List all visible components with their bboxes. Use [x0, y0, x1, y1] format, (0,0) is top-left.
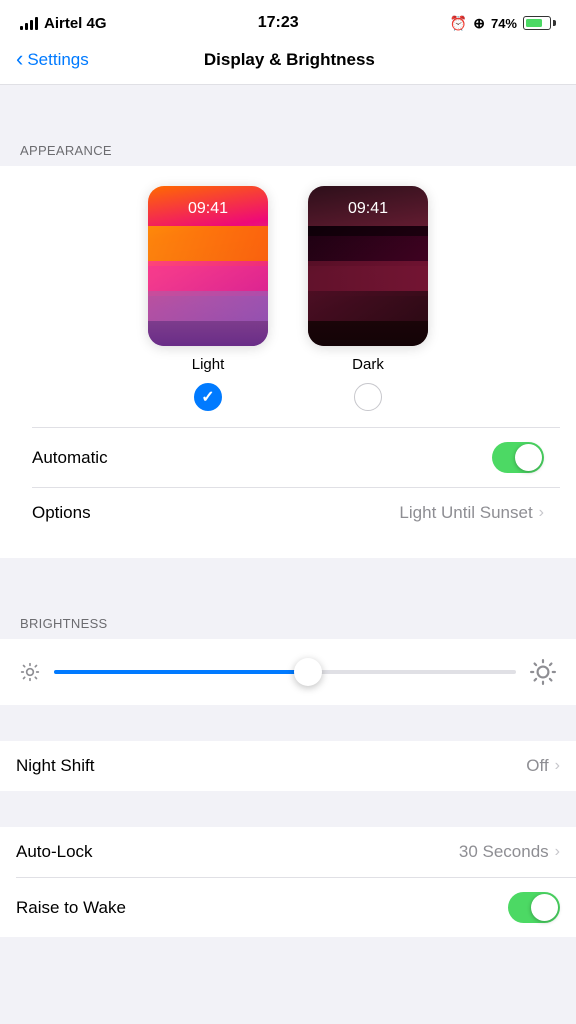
raise-to-wake-row: Raise to Wake — [0, 878, 576, 937]
sun-large-icon — [530, 659, 556, 685]
raise-to-wake-toggle-knob — [531, 894, 558, 921]
raise-to-wake-label: Raise to Wake — [16, 898, 126, 918]
automatic-toggle-knob — [515, 444, 542, 471]
dark-theme-option[interactable]: 09:41 Dark — [308, 186, 428, 411]
carrier-label: Airtel 4G — [44, 15, 107, 32]
status-left: Airtel 4G — [20, 15, 107, 32]
night-shift-row[interactable]: Night Shift Off › — [0, 741, 576, 791]
night-shift-gap — [0, 705, 576, 741]
location-icon: ⊕ — [473, 15, 485, 32]
status-right: ⏰ ⊕ 74% — [450, 15, 556, 32]
options-label: Options — [32, 503, 91, 523]
brightness-section-header: BRIGHTNESS — [0, 594, 576, 639]
back-label: Settings — [27, 50, 88, 70]
back-chevron-icon: ‹ — [16, 48, 23, 70]
auto-lock-gap — [0, 791, 576, 827]
dark-preview-time: 09:41 — [308, 200, 428, 218]
signal-bars — [20, 17, 38, 30]
options-right: Light Until Sunset › — [399, 503, 544, 523]
auto-lock-row[interactable]: Auto-Lock 30 Seconds › — [0, 827, 576, 877]
brightness-slider[interactable] — [54, 655, 516, 689]
slider-track — [54, 670, 516, 674]
night-shift-card: Night Shift Off › — [0, 741, 576, 791]
night-shift-value: Off — [526, 756, 548, 776]
options-value: Light Until Sunset — [399, 503, 532, 523]
battery-indicator — [523, 16, 556, 30]
auto-lock-chevron-icon: › — [555, 843, 560, 861]
light-radio-button[interactable] — [194, 383, 222, 411]
options-chevron-icon: › — [539, 504, 544, 522]
back-button[interactable]: ‹ Settings — [16, 50, 89, 70]
auto-lock-label: Auto-Lock — [16, 842, 93, 862]
battery-percent: 74% — [491, 16, 517, 31]
automatic-toggle[interactable] — [492, 442, 544, 473]
automatic-row: Automatic — [16, 428, 560, 487]
top-gap — [0, 85, 576, 121]
automatic-label: Automatic — [32, 448, 108, 468]
dark-theme-label: Dark — [352, 356, 384, 373]
appearance-card: 09:41 Light 09:41 — [0, 166, 576, 558]
raise-to-wake-toggle[interactable] — [508, 892, 560, 923]
nav-bar: ‹ Settings Display & Brightness — [0, 42, 576, 85]
light-theme-label: Light — [192, 356, 225, 373]
brightness-gap — [0, 558, 576, 594]
light-theme-option[interactable]: 09:41 Light — [148, 186, 268, 411]
appearance-options: 09:41 Light 09:41 — [16, 186, 560, 411]
options-row[interactable]: Options Light Until Sunset › — [16, 488, 560, 538]
status-time: 17:23 — [258, 14, 299, 32]
night-shift-chevron-icon: › — [555, 757, 560, 775]
alarm-icon: ⏰ — [450, 15, 467, 32]
night-shift-label: Night Shift — [16, 756, 94, 776]
slider-thumb[interactable] — [294, 658, 322, 686]
page-title: Display & Brightness — [89, 50, 490, 70]
auto-lock-card: Auto-Lock 30 Seconds › Raise to Wake — [0, 827, 576, 937]
light-theme-preview: 09:41 — [148, 186, 268, 346]
sun-small-icon — [20, 662, 40, 682]
dark-radio-button[interactable] — [354, 383, 382, 411]
appearance-section-header: APPEARANCE — [0, 121, 576, 166]
light-preview-time: 09:41 — [148, 200, 268, 218]
slider-fill — [54, 670, 308, 674]
night-shift-right: Off › — [526, 756, 560, 776]
auto-lock-value: 30 Seconds — [459, 842, 549, 862]
dark-theme-preview: 09:41 — [308, 186, 428, 346]
status-bar: Airtel 4G 17:23 ⏰ ⊕ 74% — [0, 0, 576, 42]
auto-lock-right: 30 Seconds › — [459, 842, 560, 862]
brightness-slider-card — [0, 639, 576, 705]
